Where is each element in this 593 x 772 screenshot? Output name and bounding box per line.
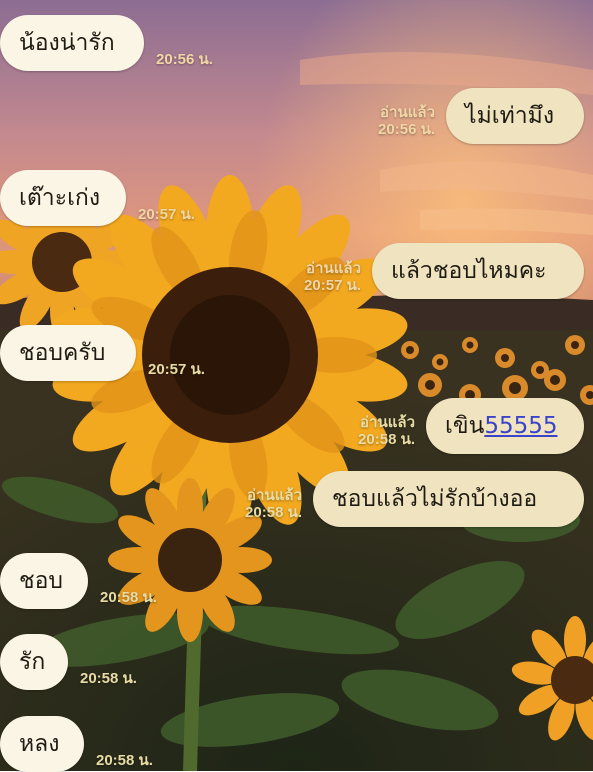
message-time: 20:56 น. xyxy=(378,121,435,138)
message-meta: 20:57 น. xyxy=(148,361,205,378)
message-text: ชอบ xyxy=(19,568,64,594)
outgoing-message-bubble[interactable]: ไม่เท่ามึง xyxy=(446,88,584,144)
message-time: 20:58 น. xyxy=(100,589,157,606)
message-time: 20:58 น. xyxy=(245,504,302,521)
message-time: 20:58 น. xyxy=(358,431,415,448)
message-meta: อ่านแล้ว 20:56 น. xyxy=(378,104,435,138)
message-text: แล้วชอบไหมคะ xyxy=(391,258,547,284)
message-text: เต๊าะเก่ง xyxy=(19,185,101,211)
outgoing-message-bubble[interactable]: แล้วชอบไหมคะ xyxy=(372,243,584,299)
message-meta: 20:57 น. xyxy=(138,206,195,223)
message-time: 20:58 น. xyxy=(96,752,153,769)
message-text: น้องน่ารัก xyxy=(19,30,115,56)
message-link[interactable]: 55555 xyxy=(484,413,557,439)
read-receipt: อ่านแล้ว xyxy=(360,414,415,431)
message-text: ไม่เท่ามึง xyxy=(465,103,555,129)
message-text: ชอบแล้วไม่รักบ้างออ xyxy=(332,486,538,512)
incoming-message-bubble[interactable]: หลง xyxy=(0,716,84,772)
incoming-message-bubble[interactable]: ชอบครับ xyxy=(0,325,136,381)
message-time: 20:57 น. xyxy=(148,361,205,378)
outgoing-message-bubble[interactable]: เขิน 55555 xyxy=(426,398,584,454)
message-meta: 20:58 น. xyxy=(80,670,137,687)
message-meta: 20:58 น. xyxy=(100,589,157,606)
read-receipt: อ่านแล้ว xyxy=(306,260,361,277)
message-meta: อ่านแล้ว 20:58 น. xyxy=(245,487,302,521)
message-meta: อ่านแล้ว 20:57 น. xyxy=(304,260,361,294)
message-meta: 20:58 น. xyxy=(96,752,153,769)
message-meta: อ่านแล้ว 20:58 น. xyxy=(358,414,415,448)
read-receipt: อ่านแล้ว xyxy=(247,487,302,504)
message-meta: 20:56 น. xyxy=(156,51,213,68)
message-text: หลง xyxy=(19,731,60,757)
incoming-message-bubble[interactable]: น้องน่ารัก xyxy=(0,15,144,71)
incoming-message-bubble[interactable]: เต๊าะเก่ง xyxy=(0,170,126,226)
message-text: รัก xyxy=(19,649,46,675)
read-receipt: อ่านแล้ว xyxy=(380,104,435,121)
message-time: 20:57 น. xyxy=(138,206,195,223)
message-text: เขิน xyxy=(445,413,485,439)
message-text: ชอบครับ xyxy=(19,340,106,366)
incoming-message-bubble[interactable]: รัก xyxy=(0,634,68,690)
incoming-message-bubble[interactable]: ชอบ xyxy=(0,553,88,609)
message-time: 20:56 น. xyxy=(156,51,213,68)
message-time: 20:58 น. xyxy=(80,670,137,687)
outgoing-message-bubble[interactable]: ชอบแล้วไม่รักบ้างออ xyxy=(313,471,584,527)
message-time: 20:57 น. xyxy=(304,277,361,294)
